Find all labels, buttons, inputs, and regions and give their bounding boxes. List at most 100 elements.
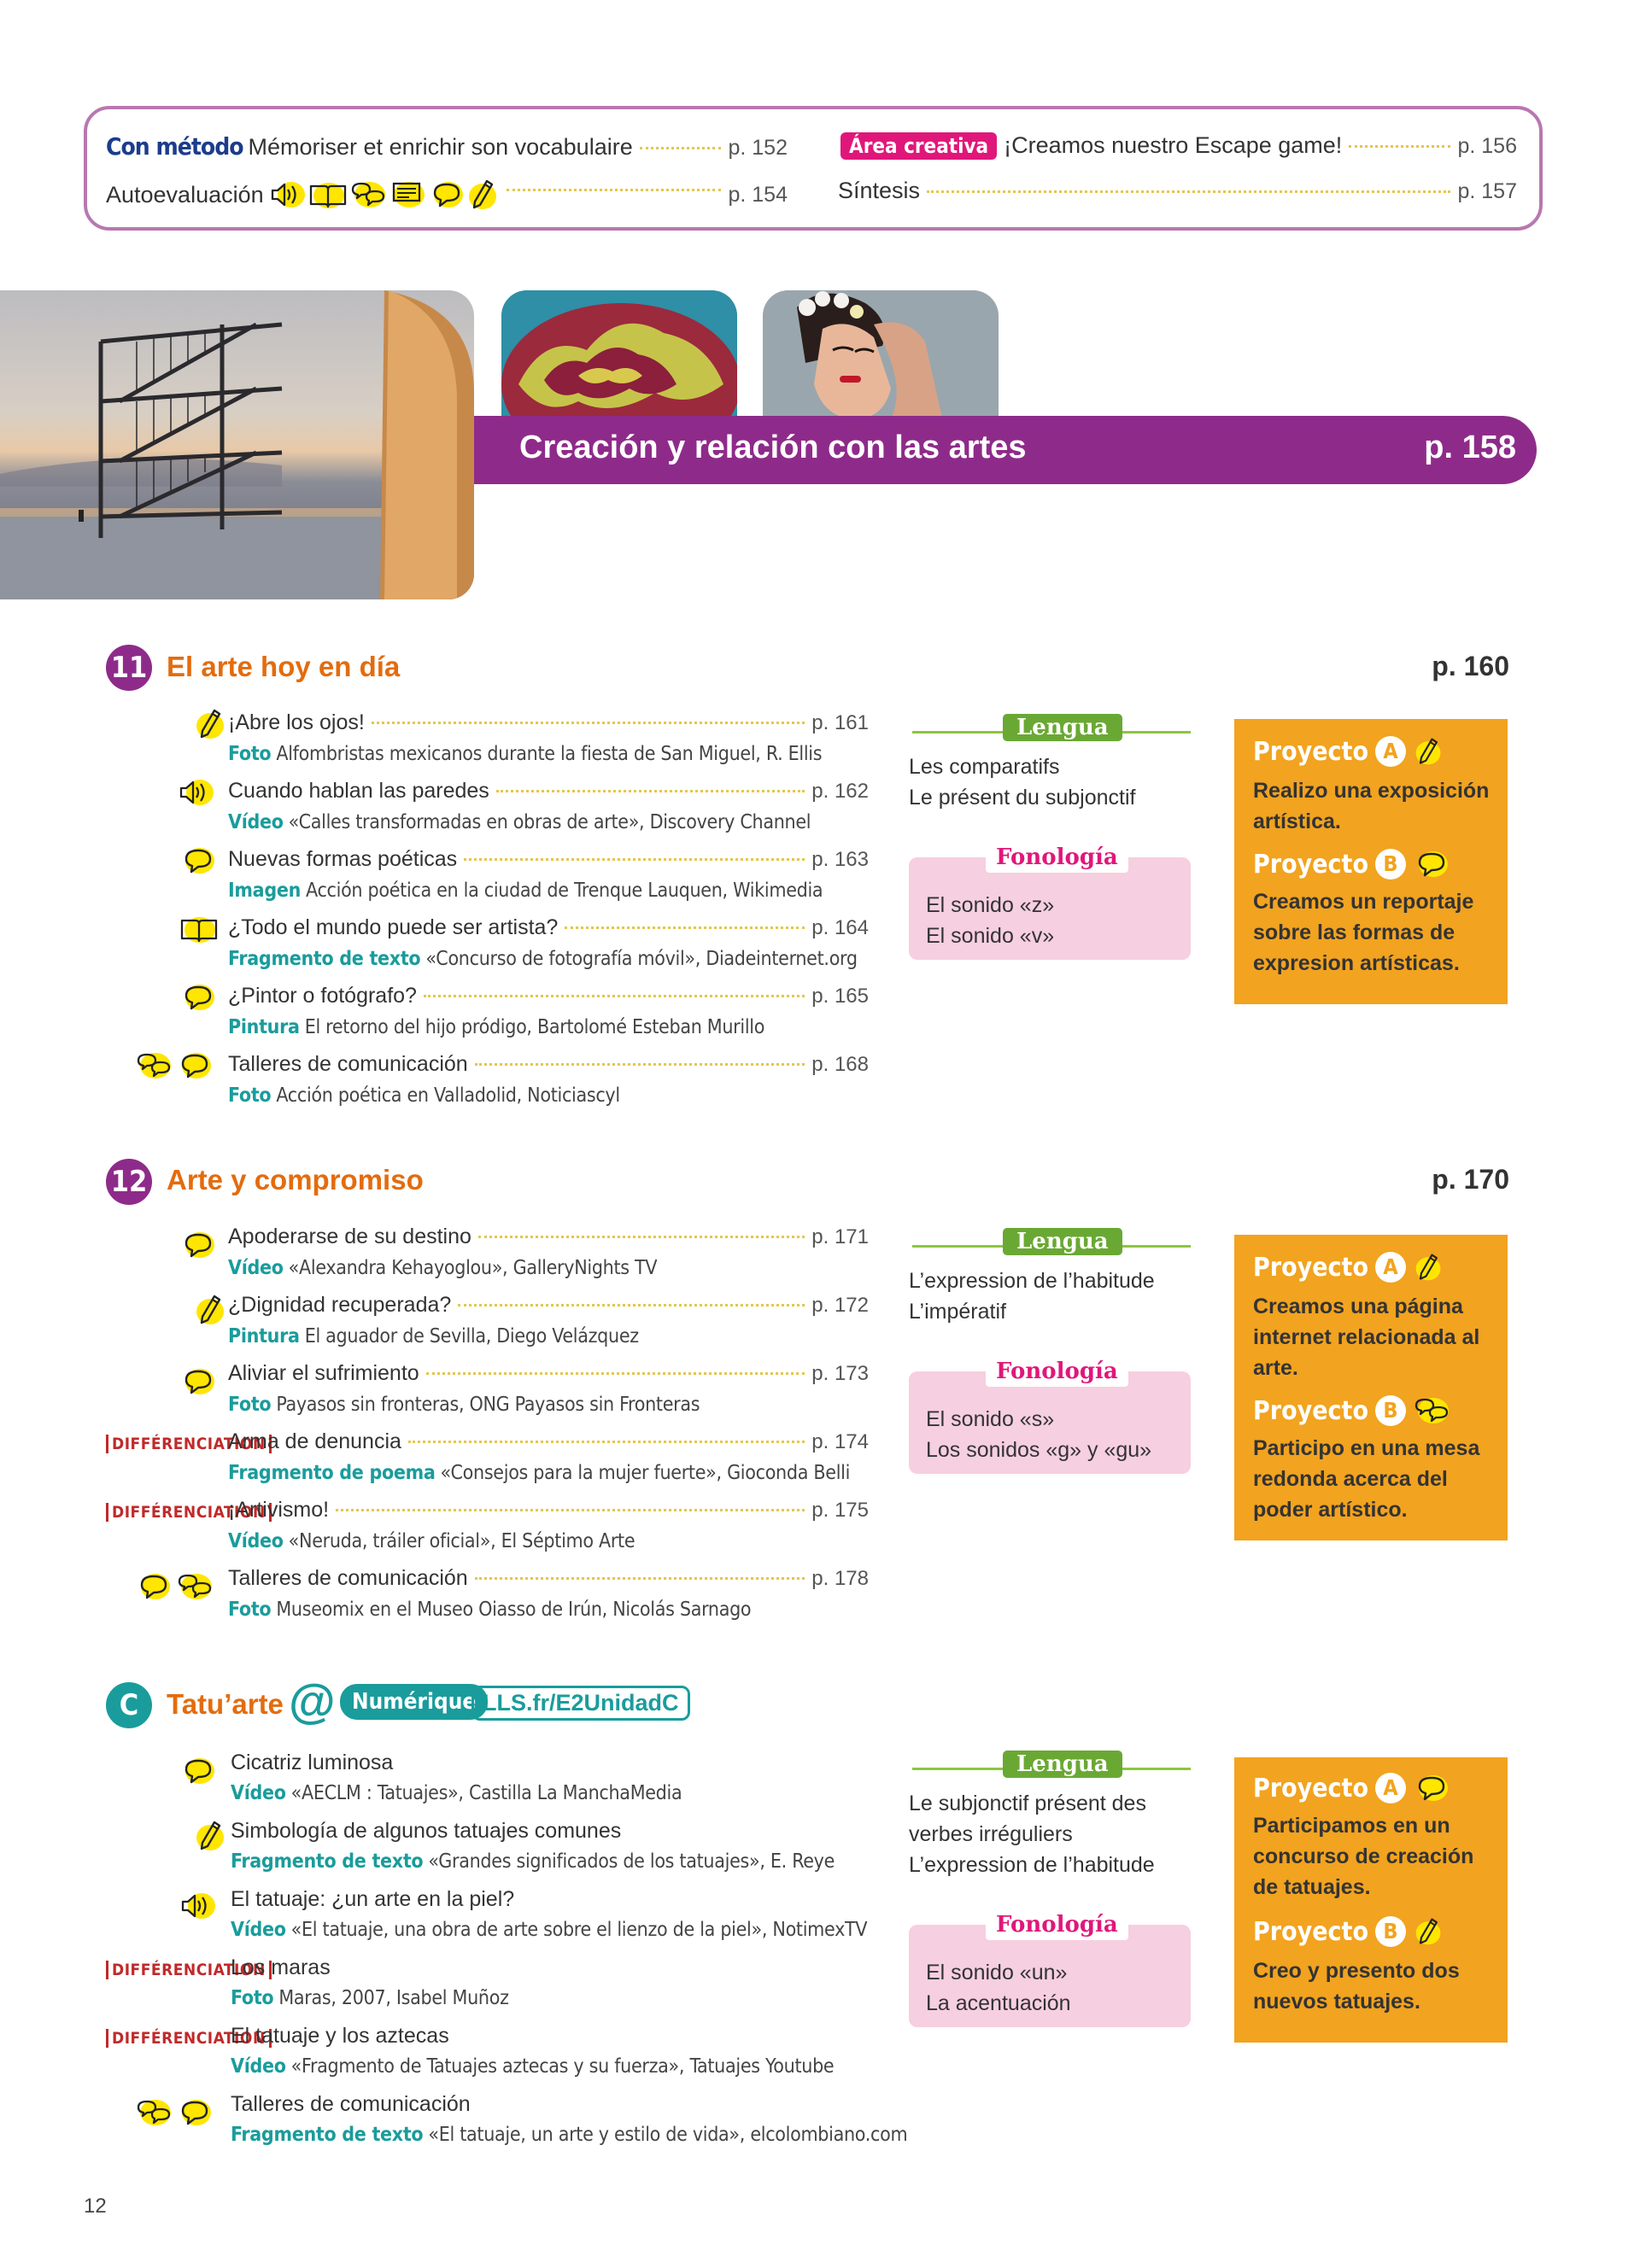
book-icon [308,179,348,210]
item-page: p. 174 [811,1430,869,1453]
proyecto-panel: Proyecto A Participamos en un concurso de… [1234,1757,1508,2043]
autoevaluacion-row[interactable]: Autoevaluación p. 154 [106,178,788,212]
staircase-photo [0,290,474,599]
dots [477,1236,805,1238]
sintesis-row[interactable]: Síntesis p. 157 [838,178,1517,204]
list-item[interactable]: Talleres de comunicación p. 168 Foto Acció… [228,1049,869,1111]
item-page: p. 173 [811,1362,869,1385]
lengua-topic: Les comparatifs [909,755,1060,779]
list-item[interactable]: Cuando hablan las paredes p. 162 Vídeo «Ca… [228,775,869,838]
dots [407,1441,805,1443]
screen-icon [389,179,428,210]
item-source: «Neruda, tráiler oficial», El Séptimo Ar… [288,1530,636,1552]
item-source: «Calles transformadas en obras de arte»,… [288,811,811,833]
item-type: Foto [228,1394,272,1416]
escape-label: ¡Creamos nuestro Escape game! [1004,132,1343,158]
lengua-topic: L’expression de l’habitude [909,1269,1155,1293]
dots [927,190,1451,193]
list-item[interactable]: Talleres de comunicación Fragmento de te… [231,2089,908,2150]
item-type: Fragmento de poema [228,1462,436,1484]
item-source: «Consejos para la mujer fuerte», Giocond… [440,1462,851,1484]
unit-page: p. 170 [1432,1164,1509,1195]
item-title: Aliviar el sufrimiento [228,1361,419,1385]
list-item[interactable]: Aliviar el sufrimiento p. 173 Foto Payasos… [228,1358,869,1420]
autoevaluacion-page: p. 154 [728,182,788,207]
item-icons [135,1571,214,1602]
con-metodo-row[interactable]: Con método Mémoriser et enrichir son voc… [106,132,788,161]
list-item[interactable]: Talleres de comunicación p. 178 Foto Museo… [228,1563,869,1625]
item-page: p. 175 [811,1499,869,1522]
item-source: «El tatuaje, una obra de arte sobre el l… [290,1919,868,1941]
unit-title[interactable]: El arte hoy en día [167,651,400,683]
proyecto-label: Proyecto [1253,736,1368,767]
memoriser-label: Mémoriser et enrichir son vocabulaire [248,134,633,160]
item-type: Pintura [228,1016,300,1038]
list-item[interactable]: Arma de denuncia p. 174 Fragmento de poem… [228,1426,869,1488]
unit-link[interactable]: LLS.fr/E2UnidadC [472,1686,690,1721]
item-title: Simbología de algunos tatuajes comunes [231,1819,622,1843]
speech-icon [179,1756,217,1786]
unit-title[interactable]: Arte y compromiso [167,1164,424,1196]
dialog-icon [135,1050,173,1081]
list-item[interactable]: El tatuaje y los aztecas Vídeo «Fragmento… [231,2020,871,2082]
unit-title[interactable]: Tatu’arte [167,1688,284,1721]
item-title: Talleres de comunicación [228,1566,468,1590]
numerique-badge[interactable]: Numérique [340,1684,489,1720]
area-creativa-row[interactable]: Área creativa ¡Creamos nuestro Escape ga… [840,132,1517,160]
list-item[interactable]: ¿Pintor o fotógrafo? p. 165 Pintura El ret… [228,980,869,1043]
list-item[interactable]: El tatuaje: ¿un arte en la piel? Vídeo «E… [231,1884,871,1945]
dots [423,995,805,997]
item-page: p. 161 [811,711,869,734]
proyecto-b-text: Participo en una mesa redonda acerca del… [1253,1436,1480,1522]
dots [506,188,722,191]
speech-icon [176,2097,214,2128]
proyecto-b-text: Creo y presento dos nuevos tatuajes. [1253,1959,1460,2014]
item-type: Foto [231,1987,274,2009]
pencil-icon [1413,734,1444,769]
item-icons [135,2097,214,2128]
item-title: Cicatriz luminosa [231,1751,394,1774]
item-type: Vídeo [228,811,284,833]
fonologia-panel: Fonología El sonido «un» La acentuación [909,1909,1191,2027]
dots [458,1304,805,1306]
theme-page: p. 158 [1424,430,1516,465]
proyecto-a-text: Participamos en un concurso de creación … [1253,1814,1474,1899]
item-title: ¿Dignidad recuperada? [228,1293,452,1317]
dots [474,1577,805,1580]
fonologia-label: Fonología [986,842,1128,873]
book-icon [179,914,219,944]
item-type: Foto [228,743,272,765]
list-item[interactable]: Nuevas formas poéticas p. 163 Imagen Acció… [228,844,869,906]
list-item[interactable]: Simbología de algunos tatuajes comunes F… [231,1815,871,1877]
theme-banner[interactable]: Creación y relación con las artes p. 158 [474,416,1537,484]
list-item[interactable]: ¿Todo el mundo puede ser artista? p. 164 … [228,912,869,974]
item-page: p. 165 [811,985,869,1008]
dots [474,1063,805,1066]
item-source: «Grandes significados de los tatuajes», … [428,1850,835,1873]
unit-letter-badge: C [106,1682,152,1728]
item-page: p. 162 [811,780,869,803]
proyecto-panel: Proyecto A Realizo una exposición artísti… [1234,719,1508,1004]
speech-icon [135,1571,173,1602]
speech-icon [176,1050,214,1081]
list-item[interactable]: Cicatriz luminosa Vídeo «AECLM : Tatuajes… [231,1747,871,1809]
item-source: «El tatuaje, un arte y estilo de vida», … [428,2124,908,2146]
item-type: Vídeo [231,2055,286,2078]
list-item[interactable]: ¡Abre los ojos! p. 161 Foto Alfombristas m… [228,707,869,769]
list-item[interactable]: ¡Artivismo! p. 175 Vídeo «Neruda, tráiler … [228,1494,869,1557]
list-item[interactable]: Apoderarse de su destino p. 171 Vídeo «Ale… [228,1221,869,1283]
item-source: «Alexandra Kehayoglou», GalleryNights TV [288,1257,658,1279]
dots [1349,145,1451,148]
list-item[interactable]: ¿Dignidad recuperada? p. 172 Pintura El ag… [228,1289,869,1352]
proyecto-a-text: Creamos una página internet relacionada … [1253,1295,1480,1380]
item-type: Vídeo [231,1782,286,1804]
proyecto-label: Proyecto [1253,849,1368,880]
item-type: Vídeo [228,1257,284,1279]
proyecto-a-badge: A [1375,736,1406,767]
item-icons [135,1050,214,1081]
audio-icon [179,1891,217,1921]
lengua-label: Lengua [1003,1751,1122,1778]
list-item[interactable]: Los maras Foto Maras, 2007, Isabel Muñoz [231,1952,871,2014]
con-metodo-label: Con método [106,132,244,161]
speech-icon [179,982,217,1013]
